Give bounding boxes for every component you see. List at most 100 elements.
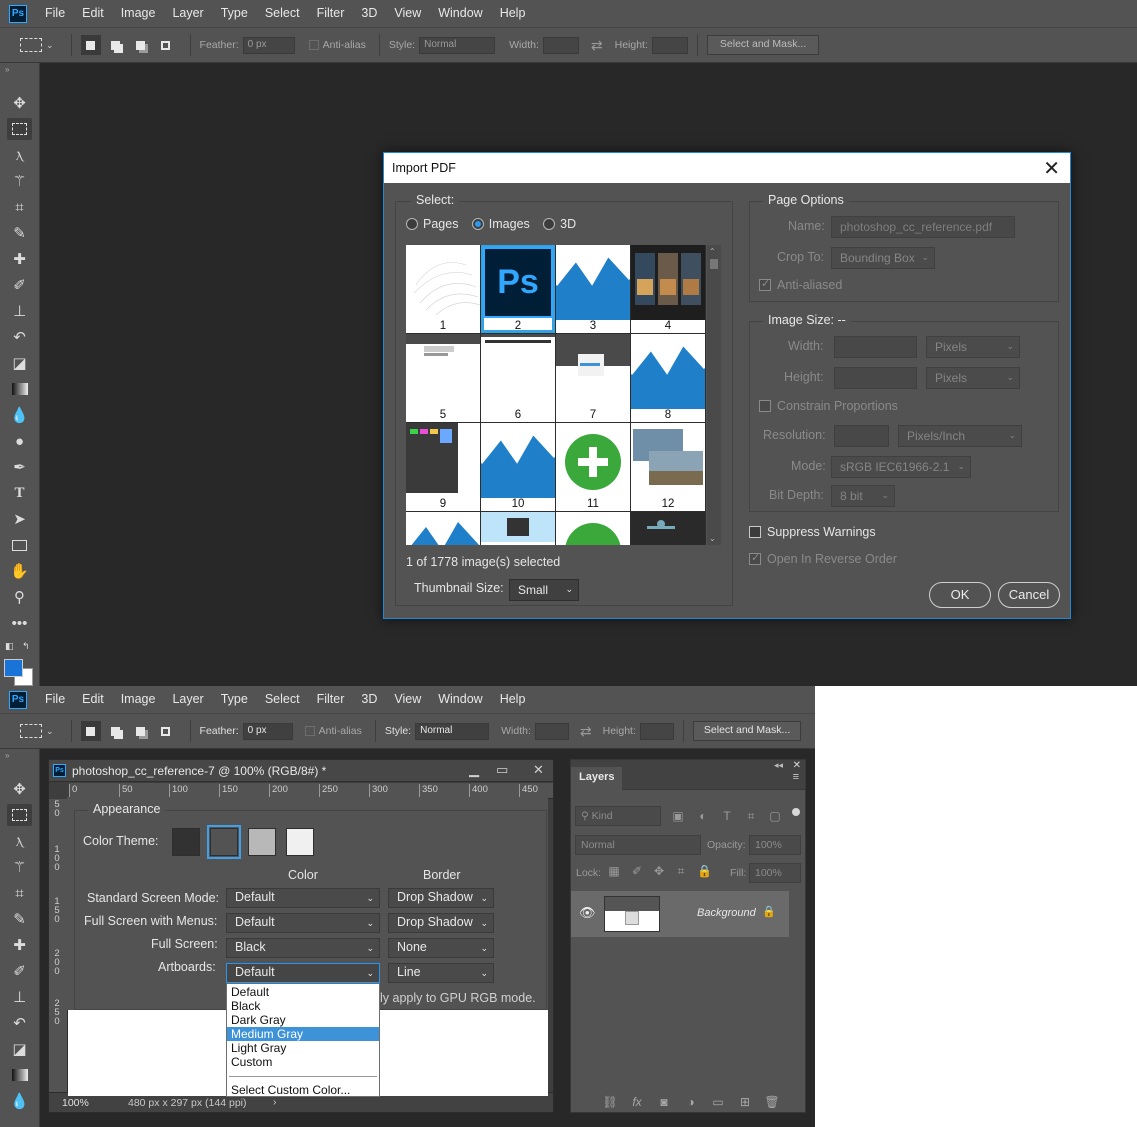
height-input[interactable] [651,36,688,54]
thumbnail-14[interactable] [481,512,555,545]
menu-3d[interactable]: 3D [353,0,386,27]
menu-type[interactable]: Type [213,686,257,713]
adjustment-layer-icon[interactable]: ◑ [683,1095,699,1109]
lasso-tool-icon[interactable]: ⲗ [7,830,32,852]
anti-aliased-checkbox[interactable] [759,277,771,291]
thumbnail-size-select[interactable]: Small ⌄ [509,579,579,601]
eraser-tool-icon[interactable]: ◪ [7,352,32,374]
full-screen-menus-border-select[interactable]: Drop Shadow ⌄ [388,913,494,933]
tab-layers[interactable]: Layers [571,767,623,790]
lock-transparency-icon[interactable]: ▦ [607,864,621,878]
dropdown-option-select-custom-color[interactable]: Select Custom Color... [227,1083,379,1097]
thumbnail-9[interactable]: 9 [406,423,480,511]
theme-swatch-dark[interactable] [207,825,241,859]
move-tool-icon[interactable]: ✥ [7,778,32,800]
chevron-down-icon[interactable]: ⌄ [46,726,54,737]
new-layer-icon[interactable]: ⊞ [737,1095,753,1109]
lock-artboard-icon[interactable]: ⌗ [674,864,688,878]
resolution-unit-select[interactable]: Pixels/Inch ⌄ [898,425,1022,447]
chevron-down-icon[interactable]: ⌄ [46,40,54,51]
anti-alias-checkbox[interactable] [308,40,319,50]
full-screen-menus-color-select[interactable]: Default ⌄ [226,913,380,933]
menu-edit[interactable]: Edit [74,686,113,713]
trash-icon[interactable]: 🗑 [764,1095,780,1109]
default-colors-icon[interactable]: ◧ [5,641,14,652]
thumbnail-3[interactable]: 3 [556,245,630,333]
type-tool-icon[interactable]: T [7,482,32,504]
select-and-mask-button[interactable]: Select and Mask... [692,721,802,741]
panel-menu-icon[interactable]: ≡ [793,771,799,783]
menu-edit[interactable]: Edit [74,0,113,27]
cancel-button[interactable]: Cancel [998,582,1060,608]
lasso-tool-icon[interactable]: ⲗ [7,144,32,166]
menu-3d[interactable]: 3D [353,686,386,713]
menu-layer[interactable]: Layer [164,686,212,713]
thumbnail-7[interactable]: 7 [556,334,630,422]
resolution-field[interactable] [834,425,889,447]
thumbnail-6[interactable]: 6 [481,334,555,422]
blend-mode-select[interactable]: Normal [575,835,701,855]
thumbnail-15[interactable] [556,512,630,545]
collapse-icon[interactable]: » [5,65,9,74]
marquee-preset-icon[interactable] [20,724,42,738]
lock-position-icon[interactable]: ✥ [652,864,666,878]
image-filter-icon[interactable]: ▣ [671,809,685,823]
radio-pages[interactable]: Pages [406,217,458,231]
menu-type[interactable]: Type [213,0,257,27]
height-unit-select[interactable]: Pixels ⌄ [926,367,1020,389]
bit-depth-select[interactable]: 8 bit ⌄ [831,485,895,507]
menu-image[interactable]: Image [113,686,165,713]
subtract-selection-button[interactable] [131,35,151,55]
menu-file[interactable]: File [37,686,74,713]
type-filter-icon[interactable]: T [720,809,734,823]
width-unit-select[interactable]: Pixels ⌄ [926,336,1020,358]
marquee-tool-icon[interactable] [7,804,32,826]
fill-field[interactable]: 100% [749,863,801,883]
magic-wand-tool-icon[interactable]: ⚚ [7,170,32,192]
clone-stamp-tool-icon[interactable]: ⊥ [7,300,32,322]
menu-view[interactable]: View [386,0,430,27]
eraser-tool-icon[interactable]: ◪ [7,1038,32,1060]
height-input[interactable] [639,722,674,740]
width-input[interactable] [542,36,579,54]
close-icon[interactable]: ✕ [1043,156,1060,181]
gradient-tool-icon[interactable] [7,378,32,400]
zoom-level[interactable]: 100% [62,1097,89,1109]
artboards-color-select[interactable]: Default ⌄ [226,963,380,983]
thumbnail-13[interactable] [406,512,480,545]
new-selection-button[interactable] [80,721,101,741]
lock-pixels-icon[interactable]: ✐ [630,864,644,878]
history-brush-tool-icon[interactable]: ↶ [7,326,32,348]
adjustment-filter-icon[interactable]: ◐ [696,809,710,823]
new-group-icon[interactable]: ▭ [710,1095,726,1109]
gradient-tool-icon[interactable] [7,1064,32,1086]
menu-filter[interactable]: Filter [309,686,354,713]
hand-tool-icon[interactable]: ✋ [7,560,32,582]
filter-kind-select[interactable]: ⚲ Kind [575,806,661,826]
history-brush-tool-icon[interactable]: ↶ [7,1012,32,1034]
collapse-panel-icon[interactable]: ◂◂ [774,760,783,771]
eyedropper-tool-icon[interactable]: ✎ [7,908,32,930]
menu-window[interactable]: Window [430,0,491,27]
chevron-right-icon[interactable]: › [273,1096,277,1108]
thumbnail-4[interactable]: 4 [631,245,705,333]
thumbnail-scrollbar[interactable]: ⌃ ⌄ [707,245,721,545]
menu-image[interactable]: Image [113,0,165,27]
dropdown-option-dark-gray[interactable]: Dark Gray [227,1013,379,1027]
style-select[interactable]: Normal [419,36,496,54]
lock-all-icon[interactable]: 🔒 [697,864,712,878]
crop-tool-icon[interactable]: ⌗ [7,882,32,904]
layer-name[interactable]: Background [697,907,756,919]
menu-view[interactable]: View [386,686,430,713]
intersect-selection-button[interactable] [156,721,176,741]
width-field[interactable] [834,336,917,358]
marquee-tool-icon[interactable] [7,118,32,140]
dropdown-option-medium-gray[interactable]: Medium Gray [227,1027,379,1041]
collapse-icon[interactable]: » [5,751,9,760]
feather-input[interactable]: 0 px [242,36,295,54]
swap-icon[interactable]: ⇄ [591,37,603,54]
new-selection-button[interactable] [80,35,101,55]
brush-tool-icon[interactable]: ✐ [7,960,32,982]
move-tool-icon[interactable]: ✥ [7,92,32,114]
close-icon[interactable]: ✕ [533,762,544,778]
